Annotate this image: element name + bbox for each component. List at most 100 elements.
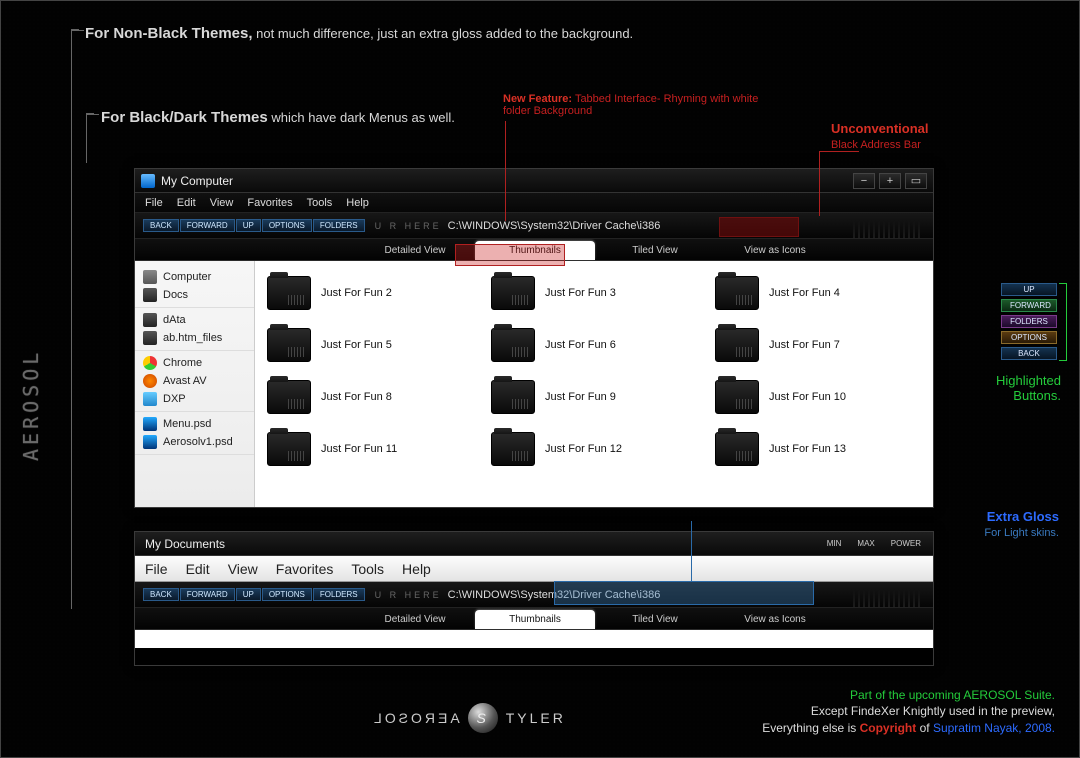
menu-tools[interactable]: Tools (351, 561, 384, 577)
dxp-icon (143, 392, 157, 406)
address-path[interactable]: C:\WINDOWS\System32\Driver Cache\i386 (448, 589, 661, 601)
footer-logo: AEROSOL TYLER (371, 703, 566, 733)
menu-view[interactable]: View (210, 197, 234, 209)
tab-detailed-view[interactable]: Detailed View (355, 610, 475, 629)
folder-item[interactable]: Just For Fun 6 (483, 321, 705, 369)
footer-credits: Part of the upcoming AEROSOL Suite. Exce… (762, 687, 1055, 737)
titlebar[interactable]: My Computer − + ▭ (135, 169, 933, 193)
folder-label: Just For Fun 7 (769, 339, 840, 351)
hl-up-button[interactable]: UP (1001, 283, 1057, 296)
drive-icon (143, 270, 157, 284)
nav-folders-button[interactable]: FOLDERS (313, 219, 365, 232)
sidebar-item-data[interactable]: dAta (135, 311, 254, 329)
menu-file[interactable]: File (145, 197, 163, 209)
menu-view[interactable]: View (228, 561, 258, 577)
tab-view-as-icons[interactable]: View as Icons (715, 610, 835, 629)
window-icon (141, 174, 155, 188)
folder-item[interactable]: Just For Fun 13 (707, 425, 929, 473)
sidebar-item-label: Chrome (163, 357, 202, 369)
folder-icon (715, 432, 759, 466)
menu-file[interactable]: File (145, 561, 168, 577)
bracket-outer (71, 29, 79, 609)
credit-line-1: Part of the upcoming AEROSOL Suite. (762, 687, 1055, 704)
sidebar-item-avast-av[interactable]: Avast AV (135, 372, 254, 390)
folder-item[interactable]: Just For Fun 9 (483, 373, 705, 421)
sidebar: Computer Docs dAtaab.htm_files Chrome Avast … (135, 261, 255, 507)
folder-label: Just For Fun 9 (545, 391, 616, 403)
folder-icon (491, 276, 535, 310)
folder-label: Just For Fun 8 (321, 391, 392, 403)
tab-tiled-view[interactable]: Tiled View (595, 241, 715, 260)
sidebar-item-computer[interactable]: Computer (135, 268, 254, 286)
folder-item[interactable]: Just For Fun 11 (259, 425, 481, 473)
folder-icon (491, 328, 535, 362)
minimize-button[interactable]: − (853, 173, 875, 189)
sidebar-item-label: DXP (163, 393, 186, 405)
folder-icon (267, 276, 311, 310)
folder-item[interactable]: Just For Fun 8 (259, 373, 481, 421)
hl-folders-button[interactable]: FOLDERS (1001, 315, 1057, 328)
power-button[interactable]: POWER (885, 536, 927, 552)
avast-icon (143, 374, 157, 388)
folder-label: Just For Fun 13 (769, 443, 846, 455)
folder-label: Just For Fun 3 (545, 287, 616, 299)
folder-icon (715, 380, 759, 414)
folder-icon (491, 380, 535, 414)
close-button[interactable]: ▭ (905, 173, 927, 189)
sidebar-item-chrome[interactable]: Chrome (135, 354, 254, 372)
nav-folders-button[interactable]: FOLDERS (313, 588, 365, 601)
max-button[interactable]: MAX (851, 536, 880, 552)
tab-thumbnails[interactable]: Thumbnails (475, 610, 595, 629)
maximize-button[interactable]: + (879, 173, 901, 189)
folder-item[interactable]: Just For Fun 4 (707, 269, 929, 317)
nav-forward-button[interactable]: FORWARD (180, 588, 235, 601)
titlebar[interactable]: My Documents MINMAXPOWER (135, 532, 933, 556)
min-button[interactable]: MIN (821, 536, 848, 552)
tab-tiled-view[interactable]: Tiled View (595, 610, 715, 629)
equalizer-decor (853, 582, 923, 607)
nav-forward-button[interactable]: FORWARD (180, 219, 235, 232)
menu-favorites[interactable]: Favorites (247, 197, 292, 209)
address-path[interactable]: C:\WINDOWS\System32\Driver Cache\i386 (448, 220, 661, 232)
menu-tools[interactable]: Tools (307, 197, 333, 209)
folder-item[interactable]: Just For Fun 12 (483, 425, 705, 473)
menu-help[interactable]: Help (346, 197, 369, 209)
tab-thumbnails[interactable]: Thumbnails (475, 241, 595, 260)
nav-options-button[interactable]: OPTIONS (262, 588, 312, 601)
folder-icon (267, 432, 311, 466)
sidebar-item-dxp[interactable]: DXP (135, 390, 254, 408)
folder-label: Just For Fun 12 (545, 443, 622, 455)
bracket-inner (86, 113, 94, 163)
sidebar-item-label: Avast AV (163, 375, 207, 387)
hl-options-button[interactable]: OPTIONS (1001, 331, 1057, 344)
tab-view-as-icons[interactable]: View as Icons (715, 241, 835, 260)
footer-logo-right: TYLER (506, 710, 566, 726)
sidebar-item-label: Computer (163, 271, 211, 283)
menu-edit[interactable]: Edit (177, 197, 196, 209)
hl-forward-button[interactable]: FORWARD (1001, 299, 1057, 312)
footer-orb-icon (468, 703, 498, 733)
nav-options-button[interactable]: OPTIONS (262, 219, 312, 232)
nav-back-button[interactable]: BACK (143, 588, 179, 601)
hl-back-button[interactable]: BACK (1001, 347, 1057, 360)
folder-item[interactable]: Just For Fun 2 (259, 269, 481, 317)
sidebar-item-menu-psd[interactable]: Menu.psd (135, 415, 254, 433)
tab-detailed-view[interactable]: Detailed View (355, 241, 475, 260)
folder-item[interactable]: Just For Fun 10 (707, 373, 929, 421)
nav-up-button[interactable]: UP (236, 219, 261, 232)
folder-icon (143, 313, 157, 327)
urhere-label: U R HERE (375, 590, 442, 600)
menu-help[interactable]: Help (402, 561, 431, 577)
nav-back-button[interactable]: BACK (143, 219, 179, 232)
sidebar-item-docs[interactable]: Docs (135, 286, 254, 304)
folder-item[interactable]: Just For Fun 7 (707, 321, 929, 369)
psd-icon (143, 435, 157, 449)
sidebar-item-aerosolv1-psd[interactable]: Aerosolv1.psd (135, 433, 254, 451)
menu-favorites[interactable]: Favorites (276, 561, 334, 577)
folder-item[interactable]: Just For Fun 3 (483, 269, 705, 317)
folder-label: Just For Fun 11 (321, 443, 397, 455)
nav-up-button[interactable]: UP (236, 588, 261, 601)
folder-item[interactable]: Just For Fun 5 (259, 321, 481, 369)
sidebar-item-ab-htm-files[interactable]: ab.htm_files (135, 329, 254, 347)
menu-edit[interactable]: Edit (186, 561, 210, 577)
